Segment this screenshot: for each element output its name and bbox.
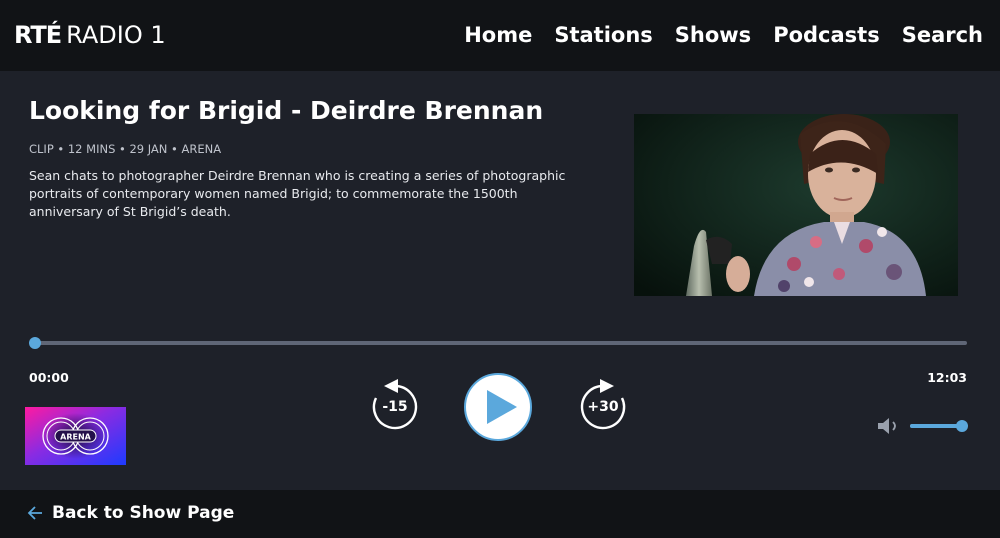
nav-shows[interactable]: Shows	[675, 20, 751, 50]
nav-home[interactable]: Home	[464, 20, 532, 50]
episode-image	[634, 114, 958, 296]
nav-search[interactable]: Search	[902, 20, 983, 50]
rte-radio1-logo[interactable]: RTÉ RADIO 1	[14, 20, 166, 50]
current-time: 00:00	[29, 370, 69, 385]
logo-station: RADIO 1	[66, 21, 166, 49]
duration: 12:03	[927, 370, 967, 385]
episode-title: Looking for Brigid - Deirdre Brennan	[29, 96, 544, 125]
volume-fill	[910, 424, 962, 428]
episode-description: Sean chats to photographer Deirdre Brenn…	[29, 168, 566, 219]
logo-brand: RTÉ	[14, 21, 62, 49]
skip-back-label: -15	[382, 399, 408, 415]
bottom-bar: Back to Show Page	[0, 490, 1000, 538]
episode-meta: CLIP • 12 MINS • 29 JAN • ARENA	[29, 142, 222, 156]
show-logo-text: ARENA	[60, 433, 92, 442]
volume-handle[interactable]	[956, 420, 968, 432]
arrow-left-icon	[27, 506, 42, 520]
skip-forward-30-button[interactable]: +30	[576, 376, 630, 432]
top-navigation-bar: RTÉ RADIO 1 Home Stations Shows Podcasts…	[0, 0, 1000, 71]
nav-podcasts[interactable]: Podcasts	[773, 20, 880, 50]
play-icon	[464, 373, 532, 441]
main-nav: Home Stations Shows Podcasts Search	[464, 20, 983, 50]
progress-bar[interactable]	[29, 336, 967, 350]
play-button[interactable]	[463, 372, 533, 442]
back-to-show-page-link[interactable]: Back to Show Page	[27, 503, 234, 523]
volume-icon[interactable]	[876, 416, 902, 436]
skip-forward-label: +30	[587, 399, 619, 415]
progress-handle[interactable]	[29, 337, 41, 349]
progress-track	[35, 341, 967, 345]
volume-slider[interactable]	[910, 419, 968, 433]
skip-back-15-button[interactable]: -15	[368, 376, 422, 432]
back-link-label: Back to Show Page	[52, 503, 235, 523]
show-logo-arena[interactable]: ARENA	[25, 407, 126, 465]
nav-stations[interactable]: Stations	[554, 20, 652, 50]
